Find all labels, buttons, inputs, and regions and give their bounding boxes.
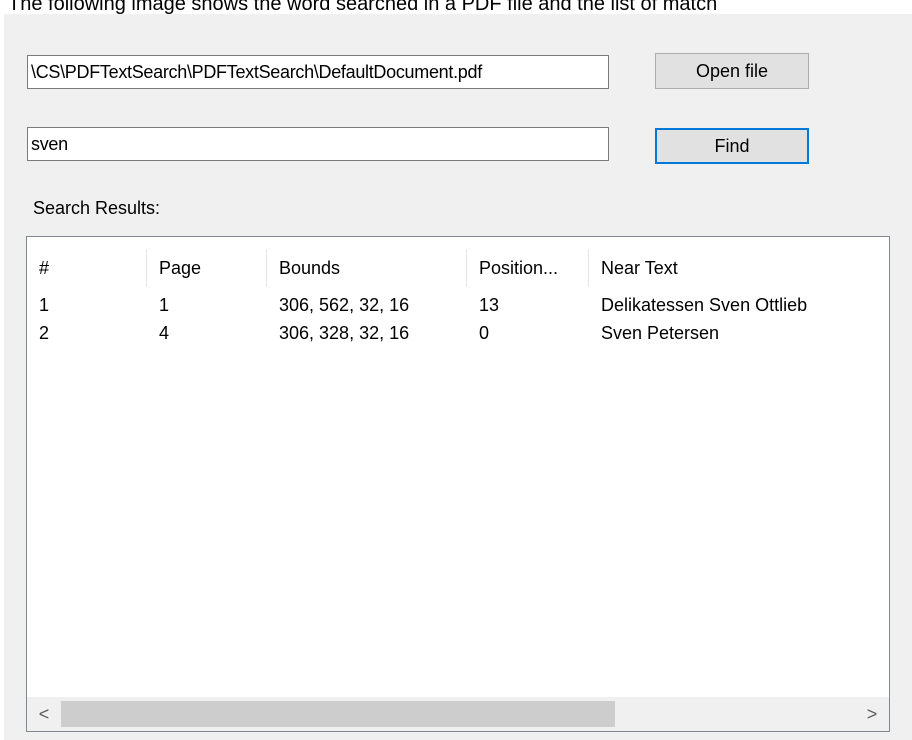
scrollbar-thumb[interactable] <box>61 701 615 727</box>
column-header-page[interactable]: Page <box>147 249 267 287</box>
cell-position: 0 <box>479 323 490 343</box>
cell-near-text: Sven Petersen <box>601 323 720 343</box>
cell-bounds: 306, 328, 32, 16 <box>279 323 410 343</box>
table-row[interactable]: 1 1 306, 562, 32, 16 13 Delikatessen Sve… <box>27 291 889 319</box>
file-path-value: \CS\PDFTextSearch\PDFTextSearch\DefaultD… <box>31 62 482 82</box>
scroll-left-icon[interactable]: < <box>27 697 61 731</box>
search-results-label: Search Results: <box>33 198 161 218</box>
list-header: # Page Bounds Position... Near Text <box>27 249 889 287</box>
cell-page: 1 <box>159 295 170 315</box>
horizontal-scrollbar[interactable]: < > <box>27 697 889 731</box>
cell-page: 4 <box>159 323 170 343</box>
search-input[interactable]: sven <box>27 127 609 161</box>
column-header-near-text[interactable]: Near Text <box>589 249 889 287</box>
find-button[interactable]: Find <box>655 128 809 164</box>
app-window: \CS\PDFTextSearch\PDFTextSearch\DefaultD… <box>4 14 912 740</box>
list-rows: 1 1 306, 562, 32, 16 13 Delikatessen Sve… <box>27 291 889 347</box>
cell-bounds: 306, 562, 32, 16 <box>279 295 410 315</box>
scroll-right-icon[interactable]: > <box>855 697 889 731</box>
cell-position: 13 <box>479 295 500 315</box>
cell-near-text: Delikatessen Sven Ottlieb <box>601 295 808 315</box>
column-header-number[interactable]: # <box>27 249 147 287</box>
table-row[interactable]: 2 4 306, 328, 32, 16 0 Sven Petersen <box>27 319 889 347</box>
open-file-button[interactable]: Open file <box>655 53 809 89</box>
column-header-bounds[interactable]: Bounds <box>267 249 467 287</box>
results-list[interactable]: # Page Bounds Position... Near Text 1 1 … <box>26 236 890 732</box>
column-header-position[interactable]: Position... <box>467 249 589 287</box>
cell-number: 2 <box>39 323 50 343</box>
cell-number: 1 <box>39 295 50 315</box>
file-path-input[interactable]: \CS\PDFTextSearch\PDFTextSearch\DefaultD… <box>27 55 609 89</box>
